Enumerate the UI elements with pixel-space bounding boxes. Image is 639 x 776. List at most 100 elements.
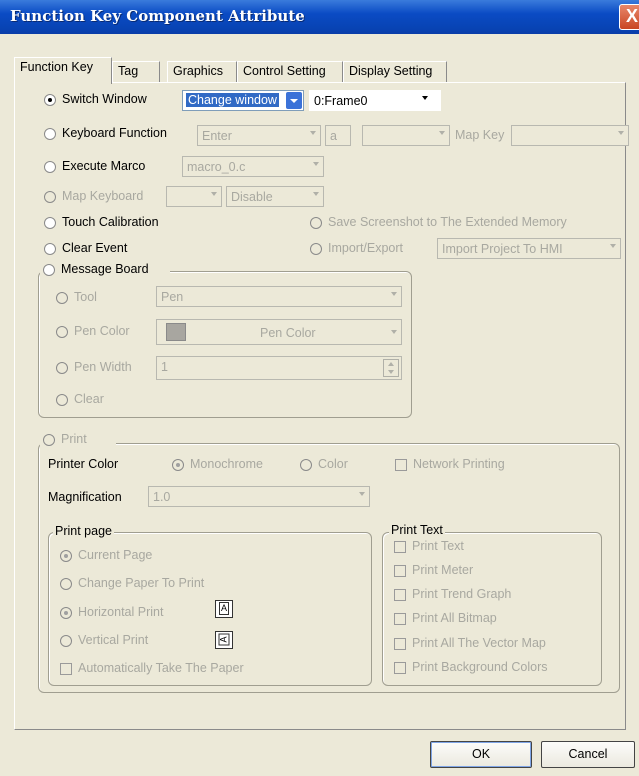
map-keyboard-select[interactable]: [166, 186, 222, 207]
pen-color-swatch: [166, 323, 186, 341]
touch-calibration-label: Touch Calibration: [62, 215, 159, 229]
print-background-colors-label: Print Background Colors: [412, 660, 548, 674]
network-printing-checkbox[interactable]: [395, 459, 407, 471]
clear-event-radio[interactable]: [44, 243, 56, 255]
network-printing-label: Network Printing: [413, 457, 505, 471]
keyboard-char-value: a: [330, 129, 337, 143]
tab-graphics[interactable]: Graphics: [167, 61, 237, 83]
chevron-down-icon: [618, 131, 624, 135]
pen-width-label: Pen Width: [74, 360, 132, 374]
switch-window-target-select[interactable]: 0:Frame0: [309, 90, 441, 111]
printer-color-label: Printer Color: [48, 457, 119, 471]
clear-radio[interactable]: [56, 394, 68, 406]
save-screenshot-radio[interactable]: [310, 217, 322, 229]
pen-width-spinner[interactable]: 1: [156, 356, 402, 380]
message-board-option[interactable]: Message Board: [40, 262, 170, 280]
pen-width-radio[interactable]: [56, 362, 68, 374]
map-keyboard-radio[interactable]: [44, 191, 56, 203]
color-radio[interactable]: [300, 459, 312, 471]
change-paper-label: Change Paper To Print: [78, 576, 205, 590]
clear-event-label: Clear Event: [62, 241, 128, 255]
tab-display-setting[interactable]: Display Setting: [343, 61, 447, 83]
current-page-radio[interactable]: [60, 550, 72, 562]
magnification-label: Magnification: [48, 490, 122, 504]
switch-window-label: Switch Window: [62, 92, 147, 106]
macro-value: macro_0.c: [187, 160, 246, 174]
switch-window-target-value: 0:Frame0: [314, 94, 368, 108]
cancel-button[interactable]: Cancel: [541, 741, 635, 768]
monochrome-label: Monochrome: [190, 457, 263, 471]
auto-take-paper-checkbox[interactable]: [60, 663, 72, 675]
ok-button[interactable]: OK: [430, 741, 532, 768]
horizontal-print-radio[interactable]: [60, 607, 72, 619]
current-page-label: Current Page: [78, 548, 153, 562]
macro-select[interactable]: macro_0.c: [182, 156, 324, 177]
map-key-select[interactable]: [511, 125, 629, 146]
map-keyboard-label: Map Keyboard: [62, 189, 144, 203]
keyboard-extra-select[interactable]: [362, 125, 450, 146]
chevron-down-icon: [313, 162, 319, 166]
execute-macro-radio[interactable]: [44, 161, 56, 173]
window-title: Function Key Component Attribute: [10, 7, 305, 25]
print-meter-checkbox[interactable]: [394, 565, 406, 577]
keyboard-key-value: Enter: [202, 129, 232, 143]
map-key-label: Map Key: [455, 128, 505, 142]
tab-control-setting[interactable]: Control Setting: [237, 61, 343, 83]
switch-window-mode-value: Change window: [186, 93, 279, 107]
map-keyboard-state-value: Disable: [231, 190, 273, 204]
tool-radio[interactable]: [56, 292, 68, 304]
tool-value: Pen: [161, 290, 184, 304]
keyboard-function-radio[interactable]: [44, 128, 56, 140]
print-all-bitmap-checkbox[interactable]: [394, 613, 406, 625]
close-button[interactable]: X: [619, 4, 639, 30]
print-trend-graph-checkbox[interactable]: [394, 589, 406, 601]
vertical-print-radio[interactable]: [60, 635, 72, 647]
monochrome-radio[interactable]: [172, 459, 184, 471]
chevron-down-icon: [391, 292, 397, 296]
tool-select[interactable]: Pen: [156, 286, 402, 307]
import-export-label: Import/Export: [328, 241, 404, 255]
chevron-down-icon[interactable]: [286, 92, 302, 109]
keyboard-char-field[interactable]: a: [325, 125, 351, 146]
print-page-title: Print page: [53, 524, 114, 538]
touch-calibration-radio[interactable]: [44, 217, 56, 229]
pen-width-value: 1: [161, 360, 168, 374]
vertical-page-icon: A: [215, 631, 233, 649]
keyboard-key-select[interactable]: Enter: [197, 125, 321, 146]
spinner-arrows-icon[interactable]: [383, 359, 399, 377]
chevron-down-icon: [610, 244, 616, 248]
execute-macro-label: Execute Marco: [62, 159, 146, 173]
print-text-title: Print Text: [389, 523, 445, 537]
save-screenshot-label: Save Screenshot to The Extended Memory: [328, 215, 567, 229]
chevron-down-icon: [391, 330, 397, 334]
chevron-down-icon: [310, 131, 316, 135]
print-text-checkbox[interactable]: [394, 541, 406, 553]
import-export-select[interactable]: Import Project To HMI: [437, 238, 621, 259]
switch-window-radio[interactable]: [44, 94, 56, 106]
print-option[interactable]: Print: [40, 432, 116, 450]
print-radio[interactable]: [43, 434, 55, 446]
magnification-select[interactable]: 1.0: [148, 486, 370, 507]
tab-tag[interactable]: Tag: [112, 61, 160, 83]
change-paper-radio[interactable]: [60, 578, 72, 590]
clear-label: Clear: [74, 392, 104, 406]
tool-label: Tool: [74, 290, 97, 304]
print-vector-map-checkbox[interactable]: [394, 638, 406, 650]
pen-color-radio[interactable]: [56, 326, 68, 338]
title-bar: Function Key Component Attribute X: [0, 0, 639, 34]
import-export-radio[interactable]: [310, 243, 322, 255]
switch-window-mode-select[interactable]: Change window: [182, 90, 304, 111]
import-export-value: Import Project To HMI: [442, 242, 563, 256]
pen-color-label: Pen Color: [74, 324, 130, 338]
tab-function-key[interactable]: Function Key: [14, 57, 112, 84]
print-vector-map-label: Print All The Vector Map: [412, 636, 546, 650]
horizontal-print-label: Horizontal Print: [78, 605, 164, 619]
print-background-colors-checkbox[interactable]: [394, 662, 406, 674]
message-board-radio[interactable]: [43, 264, 55, 276]
message-board-label: Message Board: [61, 262, 149, 276]
print-trend-graph-label: Print Trend Graph: [412, 587, 512, 601]
map-keyboard-state-select[interactable]: Disable: [226, 186, 324, 207]
pen-color-select[interactable]: Pen Color: [156, 319, 402, 345]
magnification-value: 1.0: [153, 490, 171, 504]
pen-color-value: Pen Color: [260, 326, 316, 340]
